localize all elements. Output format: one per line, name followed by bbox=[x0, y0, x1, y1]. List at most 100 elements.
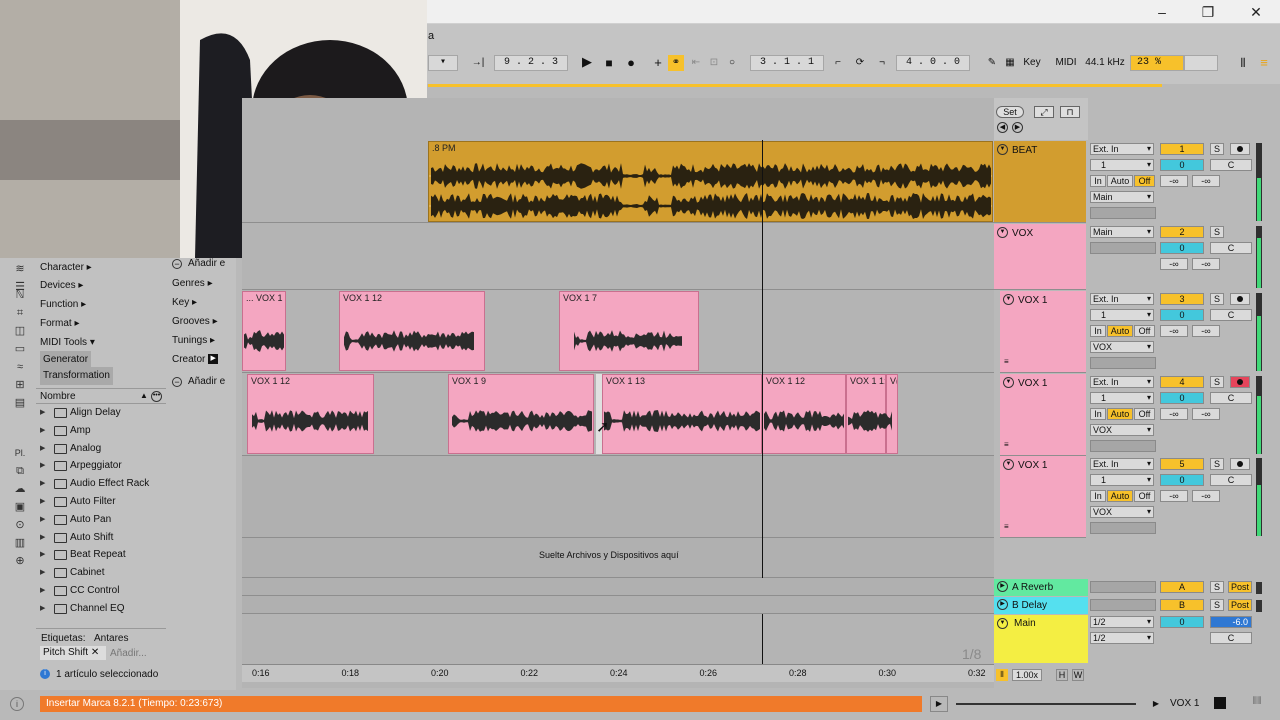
sounds-icon[interactable]: ≋ bbox=[12, 262, 28, 276]
monitor-off-button[interactable]: Off bbox=[1134, 490, 1155, 502]
plugins-icon[interactable]: ≈ bbox=[12, 360, 28, 374]
solo-button[interactable]: S bbox=[1210, 226, 1224, 238]
track-volume[interactable]: 0 bbox=[1160, 159, 1204, 171]
input-type-select[interactable]: Ext. In bbox=[1090, 376, 1154, 388]
send-b[interactable]: -∞ bbox=[1192, 175, 1220, 187]
track-volume[interactable]: 0 bbox=[1160, 392, 1204, 404]
track-pan[interactable]: C bbox=[1210, 309, 1252, 321]
stop-icon[interactable]: ■ bbox=[600, 55, 618, 71]
loop-length[interactable]: 4 . 0 . 0 bbox=[896, 55, 970, 71]
send-a[interactable]: -∞ bbox=[1160, 258, 1188, 270]
output-channel[interactable] bbox=[1090, 522, 1156, 534]
solo-button[interactable]: S bbox=[1210, 458, 1224, 470]
close-icon[interactable]: ✕ bbox=[1244, 3, 1268, 21]
expand-arrow-icon[interactable]: ▶ bbox=[40, 440, 45, 458]
overview-icon[interactable]: ⦀ bbox=[1236, 55, 1250, 71]
return-b-header[interactable]: ▶ B Delay bbox=[994, 597, 1088, 614]
add-filter-button[interactable]: − Añadir e bbox=[168, 255, 236, 273]
expand-arrow-icon[interactable]: ▶ bbox=[40, 457, 45, 475]
send-a[interactable]: -∞ bbox=[1160, 408, 1188, 420]
options-icon[interactable]: ••• bbox=[151, 391, 162, 402]
menu-icon[interactable]: ≡ bbox=[1256, 55, 1272, 71]
send-b[interactable]: -∞ bbox=[1192, 258, 1220, 270]
list-item[interactable]: ▶ Auto Shift bbox=[36, 529, 166, 547]
input-channel-select[interactable]: 1 bbox=[1090, 309, 1154, 321]
send-b[interactable]: -∞ bbox=[1192, 490, 1220, 502]
lanes-icon[interactable]: ≡ bbox=[1004, 522, 1009, 531]
return-a-solo[interactable]: S bbox=[1210, 581, 1224, 593]
filter-devices[interactable]: Devices ▸ bbox=[36, 277, 166, 295]
overdub-icon[interactable]: + bbox=[650, 55, 666, 71]
expand-arrow-icon[interactable]: ▶ bbox=[40, 404, 45, 422]
optimize-width-button[interactable]: W bbox=[1072, 669, 1084, 681]
expand-arrow-icon[interactable]: ▶ bbox=[40, 529, 45, 547]
filter-grooves[interactable]: Grooves ▸ bbox=[168, 313, 236, 331]
fold-icon[interactable]: ▼ bbox=[1003, 377, 1014, 388]
track-activator[interactable]: 5 bbox=[1160, 458, 1204, 470]
main-track-header[interactable]: ▼ Main bbox=[994, 615, 1088, 663]
list-item[interactable]: ▶ Cabinet bbox=[36, 564, 166, 582]
monitor-in-button[interactable]: In bbox=[1090, 175, 1106, 187]
remove-tag-icon[interactable]: ✕ bbox=[91, 647, 99, 658]
clip-beat[interactable]: .8 PM bbox=[428, 141, 993, 222]
session-record-icon[interactable]: ○ bbox=[724, 55, 740, 71]
list-item[interactable]: ▶ Arpeggiator bbox=[36, 457, 166, 475]
return-a-header[interactable]: ▶ A Reverb bbox=[994, 579, 1088, 596]
overview-loop-bar[interactable] bbox=[428, 84, 1162, 87]
expand-arrow-icon[interactable]: ▶ bbox=[40, 600, 45, 618]
lane-vox1-c[interactable] bbox=[242, 456, 994, 538]
expand-arrow-icon[interactable]: ▶ bbox=[40, 493, 45, 511]
solo-button[interactable]: S bbox=[1210, 376, 1224, 388]
input-type-select[interactable]: Ext. In bbox=[1090, 458, 1154, 470]
filter-creator[interactable]: Creator ▶ bbox=[168, 351, 236, 369]
fold-icon[interactable]: ▼ bbox=[1003, 459, 1014, 470]
track-pan[interactable]: C bbox=[1210, 159, 1252, 171]
lane-vox-group[interactable] bbox=[242, 223, 994, 290]
send-b[interactable]: -∞ bbox=[1192, 325, 1220, 337]
filter-midi-tools[interactable]: MIDI Tools ▾ bbox=[36, 334, 166, 352]
key-map-button[interactable]: Key bbox=[1020, 55, 1044, 71]
main-output-select-1[interactable]: 1/2 bbox=[1090, 616, 1154, 628]
main-volume[interactable]: 0 bbox=[1160, 616, 1204, 628]
monitor-auto-button[interactable]: Auto bbox=[1107, 490, 1133, 502]
list-item[interactable]: ▶ Audio Effect Rack bbox=[36, 475, 166, 493]
fold-icon[interactable]: ▼ bbox=[997, 144, 1008, 155]
send-b[interactable]: -∞ bbox=[1192, 408, 1220, 420]
device-view-icon[interactable] bbox=[1214, 697, 1226, 709]
tag-value[interactable]: Antares bbox=[94, 633, 128, 644]
instruments-icon[interactable]: ℕ bbox=[12, 288, 28, 302]
return-a-post[interactable]: Post bbox=[1228, 581, 1252, 593]
track-activator[interactable]: 3 bbox=[1160, 293, 1204, 305]
grid-quantize[interactable]: 1/8 bbox=[962, 646, 981, 662]
track-header[interactable]: ▼ VOX 1 ≡ bbox=[1000, 374, 1086, 456]
filter-format[interactable]: Format ▸ bbox=[36, 315, 166, 333]
drop-zone[interactable]: Suelte Archivos y Dispositivos aquí bbox=[242, 538, 994, 578]
track-header[interactable]: ▼ VOX 1 ≡ bbox=[1000, 456, 1086, 538]
reenable-automation-icon[interactable]: ⇤ bbox=[688, 55, 704, 71]
return-b-activator[interactable]: B bbox=[1160, 599, 1204, 611]
output-select[interactable]: Main bbox=[1090, 191, 1154, 203]
list-item[interactable]: ▶ Auto Pan bbox=[36, 511, 166, 529]
add-filter-button-2[interactable]: − Añadir e bbox=[168, 373, 236, 391]
monitor-in-button[interactable]: In bbox=[1090, 408, 1106, 420]
midi-effects-icon[interactable]: ◫ bbox=[12, 324, 28, 338]
time-ruler[interactable]: 0:16 0:18 0:20 0:22 0:24 0:26 0:28 0:30 0:32 bbox=[242, 664, 994, 682]
track-pan[interactable]: C bbox=[1210, 392, 1252, 404]
lane-return-b[interactable] bbox=[242, 596, 994, 614]
max-for-live-icon[interactable]: ▭ bbox=[12, 342, 28, 356]
track-header[interactable]: ▼ VOX bbox=[994, 224, 1086, 290]
sort-up-icon[interactable]: ▲ bbox=[140, 391, 148, 400]
list-item[interactable]: ▶ Analog bbox=[36, 440, 166, 458]
solo-button[interactable]: S bbox=[1210, 293, 1224, 305]
return-b-fold-icon[interactable]: ▶ bbox=[997, 599, 1008, 610]
filter-genres[interactable]: Genres ▸ bbox=[168, 275, 236, 293]
expand-arrow-icon[interactable]: ▶ bbox=[40, 422, 45, 440]
expand-arrow-icon[interactable]: ▶ bbox=[40, 582, 45, 600]
prev-locator-icon[interactable]: ◀ bbox=[997, 122, 1008, 133]
monitor-in-button[interactable]: In bbox=[1090, 325, 1106, 337]
add-folder-icon[interactable]: ⊕ bbox=[12, 554, 28, 568]
monitor-auto-button[interactable]: Auto bbox=[1107, 408, 1133, 420]
input-channel-select[interactable]: 1 bbox=[1090, 474, 1154, 486]
follow-icon[interactable]: →| bbox=[466, 55, 490, 71]
main-fold-icon[interactable]: ▼ bbox=[997, 618, 1008, 629]
